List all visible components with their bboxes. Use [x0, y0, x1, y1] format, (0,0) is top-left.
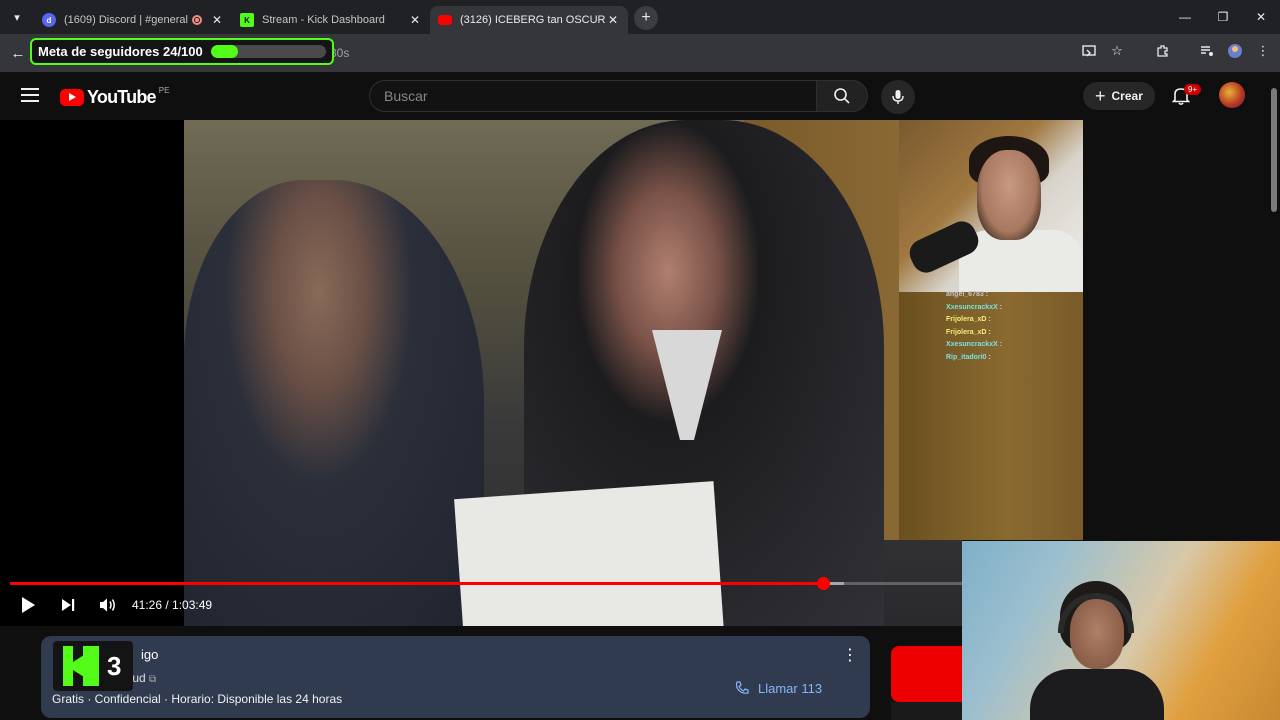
kick-logo-icon: [63, 646, 99, 686]
call-button[interactable]: Llamar 113: [734, 680, 822, 696]
notifications-count-badge: 9+: [1184, 84, 1202, 95]
tab-discord[interactable]: d (1609) Discord | #general | ✕: [34, 6, 232, 34]
side-ad-thumbnail[interactable]: [891, 646, 963, 702]
recording-indicator-icon: [192, 15, 202, 25]
minimize-icon[interactable]: —: [1166, 0, 1204, 34]
video-paper-sheet: [454, 481, 724, 626]
voice-search-button[interactable]: [881, 80, 915, 114]
new-tab-plus-icon[interactable]: +: [634, 6, 658, 30]
play-button[interactable]: [8, 592, 48, 618]
call-label: Llamar 113: [758, 680, 823, 696]
follower-goal-label: Meta de seguidores 24/100: [38, 44, 203, 59]
kick-counter-overlay: 3: [53, 641, 133, 691]
create-label: Crear: [1111, 89, 1143, 103]
youtube-logo[interactable]: YouTube PE: [60, 86, 170, 108]
youtube-play-logo-icon: [60, 89, 84, 106]
time-display: 41:26 / 1:03:49: [132, 598, 213, 612]
chat-message-text: :: [999, 303, 1003, 311]
menu-hamburger-icon[interactable]: [21, 88, 39, 102]
discord-favicon-icon: d: [42, 13, 56, 27]
follower-goal-fill: [210, 45, 239, 58]
video-player[interactable]: [0, 120, 962, 626]
extensions-icon[interactable]: [1154, 42, 1172, 60]
kick-counter-number: 3: [107, 650, 122, 681]
cast-icon[interactable]: [1080, 42, 1098, 60]
chat-message-text: :: [988, 353, 991, 361]
search-button[interactable]: [816, 80, 868, 112]
media-controls-icon[interactable]: [1198, 42, 1216, 60]
chat-username: Rip_itadori0: [946, 353, 987, 361]
chat-username: XxesuncrackxX: [946, 303, 998, 311]
more-vert-icon[interactable]: ⋮: [842, 648, 858, 664]
chat-username: Frijolera_xD: [946, 328, 987, 336]
microphone-icon: [892, 90, 904, 104]
progress-played: [10, 582, 823, 585]
promoted-ad-card[interactable]: igo alud ⧉ Gratis · Confidencial · Horar…: [41, 636, 870, 718]
scrollbar-thumb[interactable]: [1271, 88, 1277, 212]
youtube-header: YouTube PE Buscar + Crear: [0, 72, 1268, 120]
next-button[interactable]: [48, 592, 88, 618]
external-link-icon: ⧉: [149, 674, 157, 685]
streamer-webcam-top: [899, 120, 1083, 292]
chat-message: Frijolera_xD:: [946, 316, 991, 323]
chat-username: XxesuncrackxX: [946, 341, 998, 348]
phone-icon: [735, 681, 749, 694]
tab-title: (3126) ICEBERG tan OSCUROS: [460, 14, 606, 26]
search-input[interactable]: Buscar: [369, 80, 817, 112]
browser-tab-bar: ▾ d (1609) Discord | #general | ✕ K Stre…: [0, 0, 1280, 34]
progress-scrubber-handle[interactable]: [817, 577, 830, 590]
close-tab-icon[interactable]: ✕: [210, 13, 224, 27]
kick-favicon-icon: K: [240, 13, 254, 27]
webcam-body: [1030, 669, 1164, 720]
chat-message-text: :: [985, 291, 989, 298]
chat-username: Frijolera_xD: [946, 316, 987, 323]
close-tab-icon[interactable]: ✕: [408, 13, 422, 27]
profile-icon[interactable]: [1226, 42, 1244, 60]
create-button[interactable]: + Crear: [1083, 82, 1155, 110]
video-frame: [184, 120, 962, 626]
tab-title: Stream - Kick Dashboard: [262, 14, 385, 26]
youtube-logo-text: YouTube: [87, 87, 157, 107]
plus-icon: +: [1095, 86, 1106, 106]
tab-kick-dashboard[interactable]: K Stream - Kick Dashboard ✕: [232, 6, 430, 34]
restore-icon[interactable]: ❐: [1204, 0, 1242, 34]
close-tab-icon[interactable]: ✕: [606, 13, 620, 27]
stream-chat-overlay: angel_6783: XxesuncrackxX: Frijolera_xD: Fr…: [899, 291, 1083, 540]
chat-message: Frijolera_xD:: [946, 329, 991, 336]
account-avatar[interactable]: [1219, 82, 1245, 108]
window-controls: — ❐ ✕: [1166, 0, 1280, 34]
chat-message-text: :: [988, 316, 991, 323]
chat-message: Rip_itadori0:: [946, 354, 991, 361]
tab-search-chevron-icon[interactable]: ▾: [0, 0, 34, 34]
ad-title: igo: [141, 647, 159, 662]
play-icon: [22, 597, 35, 613]
volume-icon: [100, 598, 115, 612]
ad-description: Gratis · Confidencial · Horario: Disponi…: [52, 692, 343, 706]
chat-message-text: :: [988, 328, 991, 336]
star-icon[interactable]: ☆: [1108, 42, 1126, 60]
streamer-webcam-bottom: [962, 541, 1280, 720]
youtube-favicon-icon: [438, 15, 452, 25]
video-progress-bar[interactable]: [10, 577, 962, 590]
video-person-left: [184, 180, 484, 626]
search-icon: [834, 88, 850, 104]
tab-youtube[interactable]: (3126) ICEBERG tan OSCUROS ✕: [430, 6, 628, 34]
side-ad-bottom: [891, 702, 963, 720]
player-controls: 41:26 / 1:03:49: [0, 592, 212, 618]
webcam-face: [977, 150, 1041, 240]
follower-goal-overlay: Meta de seguidores 24/100: [30, 38, 334, 65]
follower-goal-bar: [210, 45, 326, 58]
chat-message: XxesuncrackxX:: [946, 304, 1002, 311]
country-code: PE: [158, 86, 170, 95]
chat-username: angel_6783: [946, 291, 984, 298]
chat-message: angel_6783:: [946, 291, 988, 298]
browser-toolbar: ☆ ⋮: [1080, 42, 1272, 60]
more-vert-icon[interactable]: ⋮: [1254, 42, 1272, 60]
chat-message-text: :: [999, 341, 1003, 348]
volume-button[interactable]: [88, 592, 128, 618]
tab-title: (1609) Discord | #general |: [64, 14, 192, 26]
skip-next-icon: [62, 599, 75, 611]
close-window-icon[interactable]: ✕: [1242, 0, 1280, 34]
chat-message: XxesuncrackxX:: [946, 341, 1002, 348]
